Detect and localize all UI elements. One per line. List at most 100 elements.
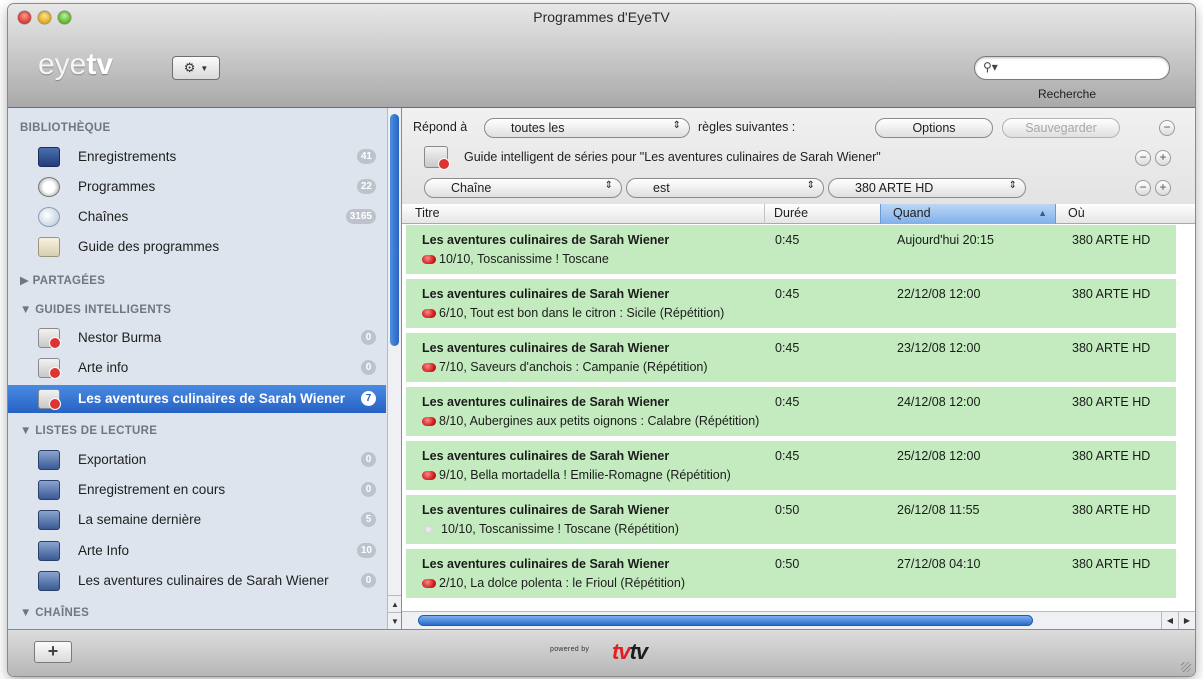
- sidebar-item-label: Les aventures culinaires de Sarah Wiener: [78, 573, 329, 588]
- gear-icon: ⚙: [183, 60, 196, 75]
- table-header: Titre Durée Quand ▲ Où: [402, 204, 1195, 224]
- row-title: Les aventures culinaires de Sarah Wiener: [422, 449, 670, 463]
- popup-arrows-icon: ⇕: [672, 120, 681, 131]
- programs-clock-icon: [38, 177, 60, 197]
- record-scheduled-icon[interactable]: [422, 417, 436, 426]
- sidebar-item-label: Arte info: [78, 360, 129, 375]
- condition-value-value: 380 ARTE HD: [855, 181, 934, 195]
- add-button[interactable]: +: [34, 641, 72, 663]
- sidebar-item-sarah-wiener-playlist[interactable]: Les aventures culinaires de Sarah Wiener…: [8, 567, 386, 595]
- row-subtitle: 2/10, La dolce polenta : le Frioul (Répé…: [422, 576, 685, 590]
- add-rule-icon[interactable]: +: [1155, 150, 1171, 166]
- sidebar-item-enregistrement-en-cours[interactable]: Enregistrement en cours 0: [8, 476, 386, 504]
- scroll-down-arrow-icon[interactable]: ▼: [388, 612, 401, 629]
- sidebar-scrollbar[interactable]: ▲ ▼: [387, 108, 401, 629]
- horizontal-scroll-thumb[interactable]: [418, 615, 1033, 626]
- count-badge: 0: [361, 573, 376, 588]
- scroll-left-arrow-icon[interactable]: ◀: [1161, 612, 1178, 630]
- episode-text: 10/10, Toscanissime ! Toscane: [439, 252, 609, 266]
- match-mode-popup[interactable]: toutes les ⇕: [484, 118, 690, 138]
- record-off-icon[interactable]: [424, 525, 433, 534]
- powered-by-label: powered by: [550, 646, 590, 653]
- sidebar-scroll-thumb[interactable]: [390, 114, 399, 346]
- add-rule-icon[interactable]: +: [1155, 180, 1171, 196]
- record-scheduled-icon[interactable]: [422, 471, 436, 480]
- table-row[interactable]: Les aventures culinaires de Sarah Wiener…: [406, 225, 1176, 275]
- disclosure-down-icon: ▼: [20, 607, 36, 619]
- table-horizontal-scrollbar[interactable]: ◀ ▶: [402, 611, 1195, 630]
- table-row[interactable]: Les aventures culinaires de Sarah Wiener…: [406, 333, 1176, 383]
- column-separator: [764, 204, 765, 224]
- table-row[interactable]: Les aventures culinaires de Sarah Wiener…: [406, 549, 1176, 599]
- scroll-right-arrow-icon[interactable]: ▶: [1178, 612, 1195, 630]
- sidebar-item-chaines[interactable]: Chaînes 3165: [8, 203, 386, 231]
- row-duration: 0:45: [775, 233, 800, 247]
- row-title: Les aventures culinaires de Sarah Wiener: [422, 557, 670, 571]
- match-mode-value: toutes les: [511, 121, 565, 135]
- sidebar-item-label: Exportation: [78, 452, 147, 467]
- row-duration: 0:45: [775, 449, 800, 463]
- sidebar-item-programmes[interactable]: Programmes 22: [8, 173, 386, 201]
- sidebar-item-sarah-wiener-guide[interactable]: Les aventures culinaires de Sarah Wiener…: [8, 385, 386, 413]
- condition-operator-value: est: [653, 181, 670, 195]
- column-header-titre[interactable]: Titre: [415, 206, 440, 220]
- column-header-ou[interactable]: Où: [1068, 206, 1085, 220]
- condition-field-popup[interactable]: Chaîne ⇕: [424, 178, 622, 198]
- smart-guide-icon: [38, 358, 61, 379]
- count-badge: 10: [356, 543, 376, 558]
- sidebar-item-nestor-burma[interactable]: Nestor Burma 0: [8, 324, 386, 352]
- resize-grip[interactable]: [1181, 662, 1191, 672]
- save-button[interactable]: Sauvegarder: [1002, 118, 1120, 138]
- record-scheduled-icon[interactable]: [422, 363, 436, 372]
- row-where: 380 ARTE HD: [1072, 395, 1151, 409]
- remove-rule-icon[interactable]: −: [1159, 120, 1175, 136]
- disclosure-right-icon: ▶: [20, 275, 33, 287]
- row-where: 380 ARTE HD: [1072, 503, 1151, 517]
- playlist-icon: [38, 571, 60, 591]
- table-row[interactable]: Les aventures culinaires de Sarah Wiener…: [406, 279, 1176, 329]
- row-where: 380 ARTE HD: [1072, 233, 1151, 247]
- column-header-quand[interactable]: Quand ▲: [880, 204, 1056, 224]
- search-field[interactable]: ⚲▾: [974, 56, 1170, 80]
- window-title: Programmes d'EyeTV: [533, 9, 670, 25]
- condition-operator-popup[interactable]: est ⇕: [626, 178, 824, 198]
- smart-guide-icon: [38, 389, 61, 410]
- row-duration: 0:45: [775, 287, 800, 301]
- tvtv-logo: tvtv: [612, 639, 648, 665]
- condition-value-popup[interactable]: 380 ARTE HD ⇕: [828, 178, 1026, 198]
- disclosure-down-icon: ▼: [20, 425, 36, 437]
- record-scheduled-icon[interactable]: [422, 579, 436, 588]
- horizontal-scroll-arrows: ◀ ▶: [1161, 612, 1195, 630]
- action-menu-button[interactable]: ⚙ ▼: [172, 56, 220, 80]
- column-header-duree[interactable]: Durée: [774, 206, 808, 220]
- sidebar-item-label: Nestor Burma: [78, 330, 162, 345]
- section-header-guides[interactable]: ▼ GUIDES INTELLIGENTS: [20, 304, 171, 316]
- disclosure-down-icon: ▼: [20, 304, 36, 316]
- sidebar-item-enregistrements[interactable]: Enregistrements 41: [8, 143, 386, 171]
- sidebar-item-arte-info-playlist[interactable]: Arte Info 10: [8, 537, 386, 565]
- count-badge: 7: [361, 391, 376, 406]
- remove-rule-icon[interactable]: −: [1135, 180, 1151, 196]
- sidebar-item-exportation[interactable]: Exportation 0: [8, 446, 386, 474]
- record-scheduled-icon[interactable]: [422, 255, 436, 264]
- row-when: 22/12/08 12:00: [897, 287, 981, 301]
- sidebar-item-guide-programmes[interactable]: Guide des programmes: [8, 233, 386, 261]
- table-row[interactable]: Les aventures culinaires de Sarah Wiener…: [406, 387, 1176, 437]
- row-subtitle: 6/10, Tout est bon dans le citron : Sici…: [422, 306, 724, 320]
- row-when: 23/12/08 12:00: [897, 341, 981, 355]
- sidebar: BIBLIOTHÈQUE Enregistrements 41 Programm…: [8, 108, 402, 629]
- scroll-up-arrow-icon[interactable]: ▲: [388, 595, 401, 612]
- table-row[interactable]: Les aventures culinaires de Sarah Wiener…: [406, 495, 1176, 545]
- remove-rule-icon[interactable]: −: [1135, 150, 1151, 166]
- count-badge: 5: [361, 512, 376, 527]
- section-header-partagees[interactable]: ▶ PARTAGÉES: [20, 273, 105, 287]
- record-scheduled-icon[interactable]: [422, 309, 436, 318]
- section-header-chaines[interactable]: ▼ CHAÎNES: [20, 607, 89, 619]
- sidebar-item-arte-info-guide[interactable]: Arte info 0: [8, 354, 386, 382]
- options-button[interactable]: Options: [875, 118, 993, 138]
- section-header-listes[interactable]: ▼ LISTES DE LECTURE: [20, 425, 157, 437]
- table-row[interactable]: Les aventures culinaires de Sarah Wiener…: [406, 441, 1176, 491]
- sidebar-item-semaine-derniere[interactable]: La semaine dernière 5: [8, 506, 386, 534]
- search-input[interactable]: [1001, 60, 1161, 76]
- logo-part-bold: tv: [86, 48, 114, 81]
